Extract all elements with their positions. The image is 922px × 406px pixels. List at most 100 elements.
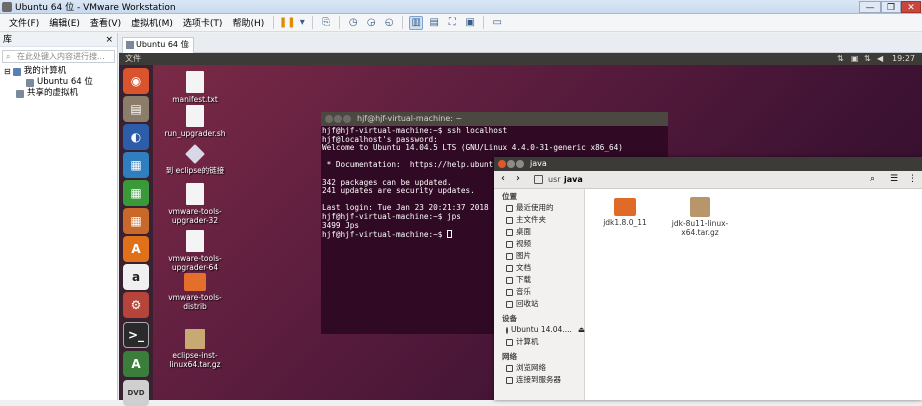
revert-snapshot-icon[interactable]: ◶ <box>364 16 378 30</box>
fm-maximize-button[interactable] <box>516 160 524 168</box>
toolbar-separator <box>402 16 404 29</box>
dvd-icon[interactable]: DVD <box>123 380 149 406</box>
sidebar-item-label: 最近使用的 <box>516 203 554 212</box>
tree-label: 共享的虚拟机 <box>27 88 79 98</box>
maximize-button[interactable]: ❐ <box>881 1 901 13</box>
amazon-icon[interactable]: a <box>123 264 149 290</box>
minimize-button[interactable]: — <box>859 1 881 13</box>
tree-item-my-computer[interactable]: ⊟ 我的计算机 <box>0 66 117 77</box>
menu-file[interactable]: 文件(F) <box>4 16 44 29</box>
file-manager-toolbar: ‹ › usr java ⌕ ☰ ⋮ <box>494 171 922 189</box>
language-indicator-icon[interactable]: ▣ <box>851 53 859 65</box>
sidebar-item-browse-network[interactable]: 浏览网络 <box>494 362 584 374</box>
library-header: 库 × <box>0 33 117 47</box>
desktop-icon-tools-distrib[interactable]: vmware-tools-distrib <box>155 269 235 311</box>
library-search-input[interactable]: ⌕ 在此处键入内容进行搜... <box>2 50 115 63</box>
sidebar-item-connect-server[interactable]: 连接到服务器 <box>494 374 584 386</box>
console-view-icon[interactable]: ▭ <box>490 16 504 30</box>
sidebar-item-recent[interactable]: 最近使用的 <box>494 202 584 214</box>
back-icon[interactable]: ‹ <box>501 173 505 184</box>
forward-icon[interactable]: › <box>516 173 520 184</box>
tree-item-ubuntu-vm[interactable]: Ubuntu 64 位 <box>0 77 117 88</box>
desktop-icon-label: run_upgrader.sh <box>164 129 226 138</box>
eject-icon[interactable]: ⏏ <box>578 324 585 336</box>
desktop-icon-run-upgrader[interactable]: run_upgrader.sh <box>155 105 235 138</box>
sidebar-item-computer[interactable]: 计算机 <box>494 336 584 348</box>
fm-title: java <box>530 159 547 168</box>
panel-clock[interactable]: 19:27 <box>892 53 915 65</box>
sidebar-item-videos[interactable]: 视频 <box>494 238 584 250</box>
sidebar-item-home[interactable]: 主文件夹 <box>494 214 584 226</box>
fm-minimize-button[interactable] <box>507 160 515 168</box>
writer-icon[interactable]: ▦ <box>123 152 149 178</box>
path-segment-java[interactable]: java <box>564 175 583 184</box>
panel-app-menu[interactable]: 文件 <box>125 53 141 65</box>
desktop-icon-manifest[interactable]: manifest.txt <box>155 71 235 104</box>
impress-icon[interactable]: ▦ <box>123 208 149 234</box>
menu-vm[interactable]: 虚拟机(M) <box>126 16 178 29</box>
menu-icon[interactable]: ⋮ <box>908 174 917 184</box>
firefox-icon[interactable]: ◐ <box>123 124 149 150</box>
network-icon <box>506 364 513 372</box>
keyboard-icon[interactable]: ⇅ <box>837 53 844 65</box>
terminal-minimize-button[interactable] <box>334 115 342 123</box>
menu-view[interactable]: 查看(V) <box>85 16 126 29</box>
unity-icon[interactable]: ▣ <box>463 16 477 30</box>
search-icon[interactable]: ⌕ <box>870 174 875 184</box>
sidebar-item-label: 连接到服务器 <box>516 375 561 384</box>
desktop-icon-eclipse-archive[interactable]: eclipse-inst-linux64.tar.gz <box>155 329 235 369</box>
menu-tabs[interactable]: 选项卡(T) <box>178 16 228 29</box>
vm-icon <box>126 41 134 49</box>
terminal-icon[interactable]: >_ <box>123 322 149 348</box>
file-item-jdk-archive[interactable]: jdk-8u11-linux-x64.tar.gz <box>668 197 732 237</box>
path-segment-usr[interactable]: usr <box>548 175 561 184</box>
file-icon <box>186 230 204 252</box>
updater-icon[interactable]: A <box>123 351 149 377</box>
show-library-icon[interactable]: ▥ <box>409 15 424 30</box>
sidebar-item-documents[interactable]: 文档 <box>494 262 584 274</box>
snapshot-manager-icon[interactable]: ◵ <box>382 16 396 30</box>
desktop-icon-upgrader-32[interactable]: vmware-tools-upgrader-32 <box>155 183 235 225</box>
terminal-close-button[interactable] <box>325 115 333 123</box>
tree-expander-icon[interactable]: ⊟ <box>4 66 11 77</box>
desktop-icon-eclipse-link[interactable]: 到 eclipse的链接 <box>155 144 235 175</box>
full-screen-icon[interactable]: ⛶ <box>445 16 459 30</box>
tree-item-shared-vms[interactable]: 共享的虚拟机 <box>0 88 117 99</box>
tab-label: Ubuntu 64 位 <box>136 40 189 49</box>
calc-icon[interactable]: ▦ <box>123 180 149 206</box>
list-view-icon[interactable]: ☰ <box>890 174 898 184</box>
fm-close-button[interactable] <box>498 160 506 168</box>
terminal-title: hjf@hjf-virtual-machine: ~ <box>357 114 463 123</box>
library-close-button[interactable]: × <box>105 33 113 47</box>
sidebar-item-ubuntu-disk[interactable]: Ubuntu 14.04.... ⏏ <box>494 324 585 336</box>
sidebar-item-pictures[interactable]: 图片 <box>494 250 584 262</box>
toolbar-separator <box>339 16 341 29</box>
terminal-maximize-button[interactable] <box>343 115 351 123</box>
dropdown-arrow-icon[interactable]: ▾ <box>298 16 306 30</box>
network-icon[interactable]: ⇅ <box>864 53 871 65</box>
sidebar-item-desktop[interactable]: 桌面 <box>494 226 584 238</box>
sidebar-item-downloads[interactable]: 下载 <box>494 274 584 286</box>
ubuntu-top-panel: 文件 ⇅ ▣ ⇅ ◀ 19:27 <box>119 53 922 65</box>
tab-ubuntu-vm[interactable]: Ubuntu 64 位 × <box>122 37 194 53</box>
software-center-icon[interactable]: A <box>123 236 149 262</box>
close-button[interactable]: ✕ <box>901 1 921 13</box>
send-ctrl-alt-del-icon[interactable]: ⎘ <box>319 16 333 30</box>
volume-icon[interactable]: ◀ <box>877 53 883 65</box>
path-root-icon[interactable] <box>534 175 543 184</box>
menu-help[interactable]: 帮助(H) <box>227 16 269 29</box>
desktop-icon-upgrader-64[interactable]: vmware-tools-upgrader-64 <box>155 230 235 272</box>
thumbnail-bar-icon[interactable]: ▤ <box>427 16 441 30</box>
ubuntu-icon[interactable]: ◉ <box>123 68 149 94</box>
sidebar-item-trash[interactable]: 回收站 <box>494 298 584 310</box>
menu-edit[interactable]: 编辑(E) <box>44 16 85 29</box>
files-icon[interactable]: ▤ <box>123 96 149 122</box>
pause-icon[interactable]: ❚❚ <box>279 16 296 30</box>
tree-label: Ubuntu 64 位 <box>37 77 93 87</box>
file-item-label: jdk-8u11-linux-x64.tar.gz <box>671 219 729 237</box>
sidebar-item-music[interactable]: 音乐 <box>494 286 584 298</box>
file-item-jdk-folder[interactable]: jdk1.8.0_11 <box>595 198 655 228</box>
tab-close-button[interactable]: × <box>183 38 190 52</box>
snapshot-icon[interactable]: ◷ <box>346 16 360 30</box>
settings-icon[interactable]: ⚙ <box>123 292 149 318</box>
